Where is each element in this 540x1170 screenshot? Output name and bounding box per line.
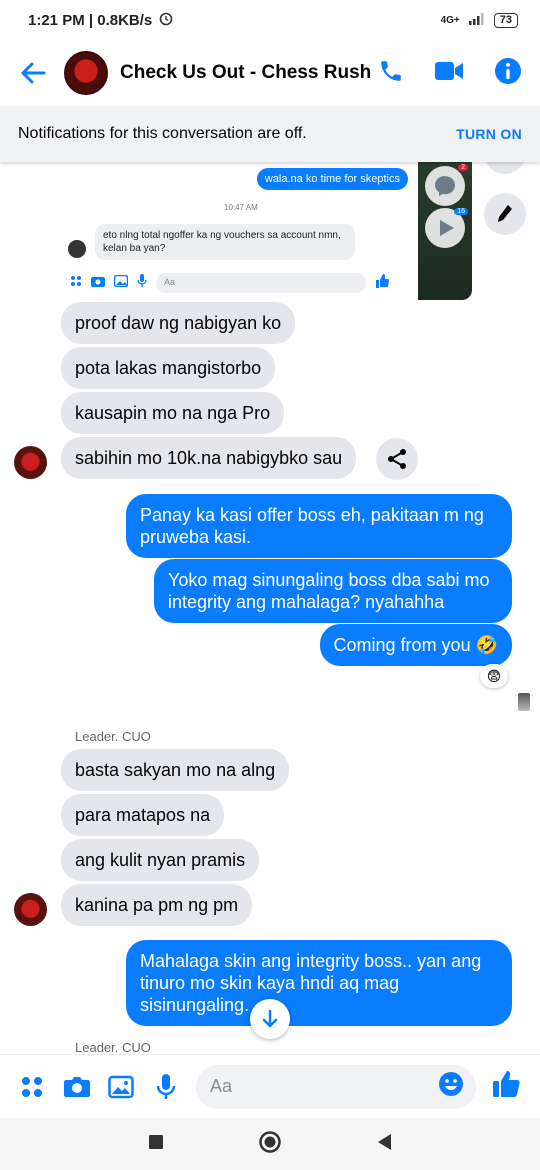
camera-icon[interactable] <box>63 1072 92 1102</box>
screenshot-messenger-bubble-icon <box>425 166 465 206</box>
like-thumb-icon[interactable] <box>492 1069 522 1104</box>
arrow-down-icon <box>262 1009 278 1028</box>
sender-name: Leader. CUO <box>75 729 151 744</box>
screenshot-badge-2: 16 <box>454 208 468 215</box>
screenshot-avatar <box>68 240 86 258</box>
info-icon[interactable] <box>494 57 522 90</box>
incoming-message[interactable]: para matapos na <box>61 794 225 836</box>
screenshot-image-icon <box>113 274 129 292</box>
system-navigation-bar <box>0 1118 540 1170</box>
screenshot-mic-icon <box>137 274 147 292</box>
message-input-placeholder: Aa <box>210 1076 233 1096</box>
menu-dots-icon[interactable] <box>18 1072 47 1102</box>
outgoing-message[interactable]: Yoko mag sinungaling boss dba sabi mo in… <box>154 559 512 623</box>
banner-text: Notifications for this conversation are … <box>18 125 307 142</box>
recent-apps-icon[interactable] <box>148 1134 164 1155</box>
incoming-message[interactable]: basta sakyan mo na alng <box>61 749 290 791</box>
incoming-message[interactable]: kanina pa pm ng pm <box>61 884 253 926</box>
message-text: sabihin mo 10k.na nabigybko sau <box>75 448 343 468</box>
screenshot-timestamp: 10:47 AM <box>224 203 258 212</box>
notifications-banner: Notifications for this conversation are … <box>0 106 540 162</box>
screenshot-camera-icon <box>91 274 105 292</box>
screenshot-composer: Aa <box>66 270 416 296</box>
share-button[interactable] <box>376 438 418 480</box>
incoming-message[interactable]: proof daw ng nabigyan ko <box>61 302 296 344</box>
screenshot-badge-1: 2 <box>458 164 468 171</box>
alarm-icon <box>158 10 174 30</box>
incoming-message[interactable]: pota lakas mangistorbo <box>61 347 276 389</box>
outgoing-message[interactable]: Coming from you 🤣 <box>319 624 512 666</box>
share-icon <box>388 449 406 469</box>
outgoing-message[interactable]: Mahalaga skin ang integrity boss.. yan a… <box>126 940 512 1026</box>
video-call-icon[interactable] <box>434 60 464 87</box>
pencil-icon <box>498 205 512 222</box>
incoming-message[interactable]: sabihin mo 10k.na nabigybko sau <box>61 437 357 479</box>
gallery-icon[interactable] <box>107 1072 136 1102</box>
conversation-title[interactable]: Check Us Out - Chess Rush <box>120 62 371 84</box>
status-bar: 1:21 PM | 0.8KB/s 4G+ 73 <box>0 0 540 40</box>
sender-avatar[interactable] <box>14 893 47 926</box>
seen-avatar <box>518 693 530 711</box>
battery-indicator: 73 <box>493 12 518 28</box>
message-input[interactable]: Aa <box>196 1064 476 1109</box>
screenshot-game-overlay: 2 16 <box>418 160 472 300</box>
conversation-header: Check Us Out - Chess Rush <box>0 40 540 106</box>
screenshot-menu-icon <box>70 274 82 292</box>
status-time: 1:21 PM | 0.8KB/s <box>28 11 153 29</box>
back-arrow-icon[interactable] <box>18 58 48 88</box>
network-label: 4G+ <box>440 14 460 26</box>
edit-button[interactable] <box>484 193 526 235</box>
shared-screenshot-image[interactable]: wala.na ko time for skeptics 10:47 AM et… <box>60 160 472 300</box>
message-composer: Aa <box>0 1054 540 1118</box>
sender-name: Leader. CUO <box>75 1040 151 1055</box>
back-triangle-icon[interactable] <box>376 1133 392 1156</box>
emoji-icon[interactable] <box>438 1071 464 1102</box>
message-reaction[interactable]: 😨 <box>480 664 508 688</box>
sender-avatar[interactable] <box>14 446 47 479</box>
screenshot-input: Aa <box>156 273 366 293</box>
incoming-message[interactable]: ang kulit nyan pramis <box>61 839 260 881</box>
turn-on-button[interactable]: TURN ON <box>456 126 522 142</box>
signal-icon <box>468 12 486 28</box>
screenshot-received-message: eto nlng total ngoffer ka ng vouchers sa… <box>95 224 355 260</box>
outgoing-message[interactable]: Panay ka kasi offer boss eh, pakitaan m … <box>126 494 512 558</box>
home-icon[interactable] <box>258 1130 282 1159</box>
group-avatar[interactable] <box>64 51 108 95</box>
scroll-to-bottom-button[interactable] <box>250 999 290 1039</box>
screenshot-like-icon <box>375 273 389 293</box>
incoming-message[interactable]: kausapin mo na nga Pro <box>61 392 285 434</box>
microphone-icon[interactable] <box>152 1072 181 1102</box>
screenshot-sent-message: wala.na ko time for skeptics <box>256 168 408 190</box>
phone-call-icon[interactable] <box>378 58 404 89</box>
